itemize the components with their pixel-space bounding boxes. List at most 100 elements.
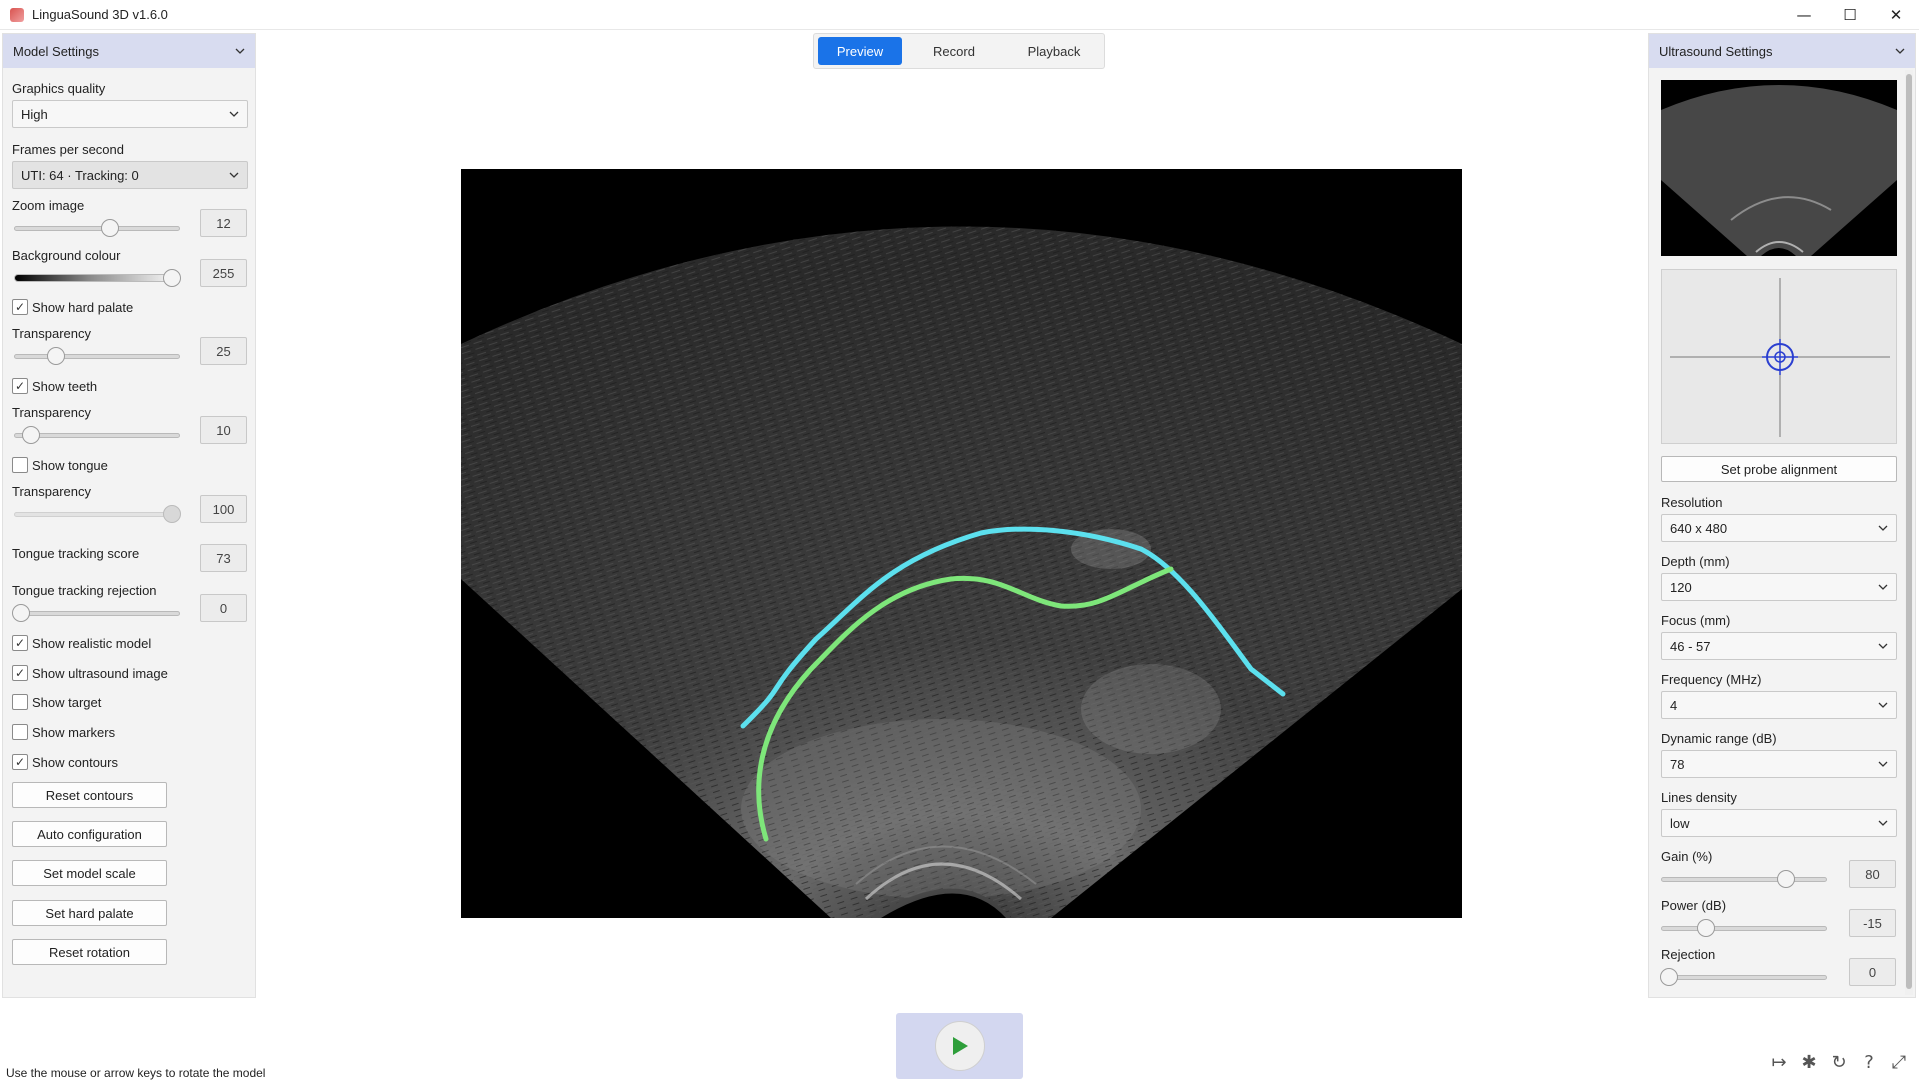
teeth-transparency-slider[interactable] [14,426,180,444]
graphics-quality-label: Graphics quality [12,81,106,96]
play-button[interactable] [934,1021,985,1071]
lines-density-select[interactable]: low [1661,809,1897,837]
dynamic-range-label: Dynamic range (dB) [1661,731,1777,746]
auto-configuration-button[interactable]: Auto configuration [12,821,167,847]
exit-icon[interactable]: ↦ [1767,1050,1791,1074]
show-ultrasound-image-label: Show ultrasound image [32,665,168,681]
power-slider-thumb[interactable] [1696,919,1715,937]
rejection-slider-thumb[interactable] [1660,968,1679,986]
teeth-transparency-label: Transparency [12,405,91,420]
window-controls: — ☐ ✕ [1781,0,1919,30]
palate-transparency-slider[interactable] [14,347,180,365]
settings-icon[interactable]: ✱ [1797,1050,1821,1074]
gain-slider-thumb[interactable] [1776,870,1795,888]
model-settings-header[interactable]: Model Settings [3,34,255,68]
ultrasound-settings-header[interactable]: Ultrasound Settings [1649,34,1915,68]
palate-transparency-label: Transparency [12,326,91,341]
gain-slider[interactable] [1661,870,1827,888]
zoom-slider[interactable] [14,219,180,237]
background-slider-thumb[interactable] [162,269,181,287]
resolution-select[interactable]: 640 x 480 [1661,514,1897,542]
chevron-down-icon [229,111,239,117]
chevron-down-icon [1878,643,1888,649]
play-icon [952,1037,968,1055]
tongue-transparency-thumb[interactable] [162,505,181,523]
checkmark-icon: ✓ [12,299,28,315]
background-colour-slider[interactable] [14,269,181,287]
lines-density-label: Lines density [1661,790,1737,805]
show-tongue-checkbox[interactable]: Show tongue [12,457,108,473]
focus-select[interactable]: 46 - 57 [1661,632,1897,660]
show-hard-palate-checkbox[interactable]: ✓ Show hard palate [12,299,133,315]
gain-value[interactable]: 80 [1849,860,1896,888]
reset-rotation-button[interactable]: Reset rotation [12,939,167,965]
chevron-down-icon [235,48,245,54]
set-model-scale-button[interactable]: Set model scale [12,860,167,886]
dynamic-range-select[interactable]: 78 [1661,750,1897,778]
power-slider[interactable] [1661,919,1827,937]
maximize-icon[interactable]: ☐ [1827,0,1873,30]
show-contours-checkbox[interactable]: ✓ Show contours [12,754,118,770]
depth-label: Depth (mm) [1661,554,1730,569]
ultrasound-viewport[interactable] [461,169,1462,918]
show-markers-checkbox[interactable]: Show markers [12,724,115,740]
show-tongue-label: Show tongue [32,457,108,473]
tongue-transparency-slider[interactable] [14,505,181,523]
tracking-rejection-value[interactable]: 0 [200,594,247,622]
palate-transparency-thumb[interactable] [46,347,65,365]
reset-contours-button[interactable]: Reset contours [12,782,167,808]
graphics-quality-select[interactable]: High [12,100,248,128]
tracking-rejection-thumb[interactable] [11,604,30,622]
teeth-transparency-thumb[interactable] [21,426,40,444]
zoom-slider-thumb[interactable] [101,219,120,237]
fullscreen-icon[interactable]: ⤢ [1887,1050,1911,1074]
dynamic-range-value: 78 [1670,756,1685,772]
tongue-transparency-label: Transparency [12,484,91,499]
rejection-value[interactable]: 0 [1849,958,1896,986]
ultrasound-settings-title: Ultrasound Settings [1659,43,1773,59]
chevron-down-icon [1878,584,1888,590]
teeth-transparency-value[interactable]: 10 [200,416,247,444]
zoom-label: Zoom image [12,198,85,213]
zoom-value[interactable]: 12 [200,209,247,237]
chevron-down-icon [1878,525,1888,531]
close-icon[interactable]: ✕ [1873,0,1919,30]
palate-transparency-value[interactable]: 25 [200,337,247,365]
rejection-slider[interactable] [1660,968,1827,986]
minimize-icon[interactable]: — [1781,0,1827,30]
depth-select[interactable]: 120 [1661,573,1897,601]
show-ultrasound-image-checkbox[interactable]: ✓ Show ultrasound image [12,665,168,681]
power-value[interactable]: -15 [1849,909,1896,937]
frequency-select[interactable]: 4 [1661,691,1897,719]
fps-select[interactable]: UTI: 64 · Tracking: 0 [12,161,248,189]
tracking-rejection-slider[interactable] [11,604,180,622]
refresh-icon[interactable]: ↻ [1827,1050,1851,1074]
resolution-label: Resolution [1661,495,1723,510]
help-icon[interactable]: ? [1857,1050,1881,1074]
power-label: Power (dB) [1661,898,1727,913]
set-hard-palate-button[interactable]: Set hard palate [12,900,167,926]
tab-preview[interactable]: Preview [818,37,902,65]
lines-density-value: low [1670,815,1690,831]
set-probe-alignment-button[interactable]: Set probe alignment [1661,456,1897,482]
show-target-checkbox[interactable]: Show target [12,694,101,710]
view-tabs: Preview Record Playback [813,33,1105,69]
title-bar: LinguaSound 3D v1.6.0 — ☐ ✕ [0,0,1919,30]
checkmark-icon: ✓ [12,754,28,770]
probe-alignment-pad[interactable] [1661,269,1897,444]
show-realistic-model-checkbox[interactable]: ✓ Show realistic model [12,635,151,651]
resolution-value: 640 x 480 [1670,520,1728,536]
show-teeth-checkbox[interactable]: ✓ Show teeth [12,378,97,394]
play-button-container [896,1013,1023,1079]
tab-playback[interactable]: Playback [1007,37,1101,65]
tab-record[interactable]: Record [912,37,996,65]
status-text: Use the mouse or arrow keys to rotate th… [6,1066,266,1080]
background-colour-value[interactable]: 255 [200,259,247,287]
settings-scrollbar[interactable] [1905,70,1913,995]
chevron-down-icon [1878,820,1888,826]
tongue-transparency-value[interactable]: 100 [200,495,247,523]
show-contours-label: Show contours [32,754,118,770]
tracking-score-label: Tongue tracking score [12,546,140,561]
ultrasound-thumbnail [1661,80,1897,256]
depth-value: 120 [1670,579,1692,595]
